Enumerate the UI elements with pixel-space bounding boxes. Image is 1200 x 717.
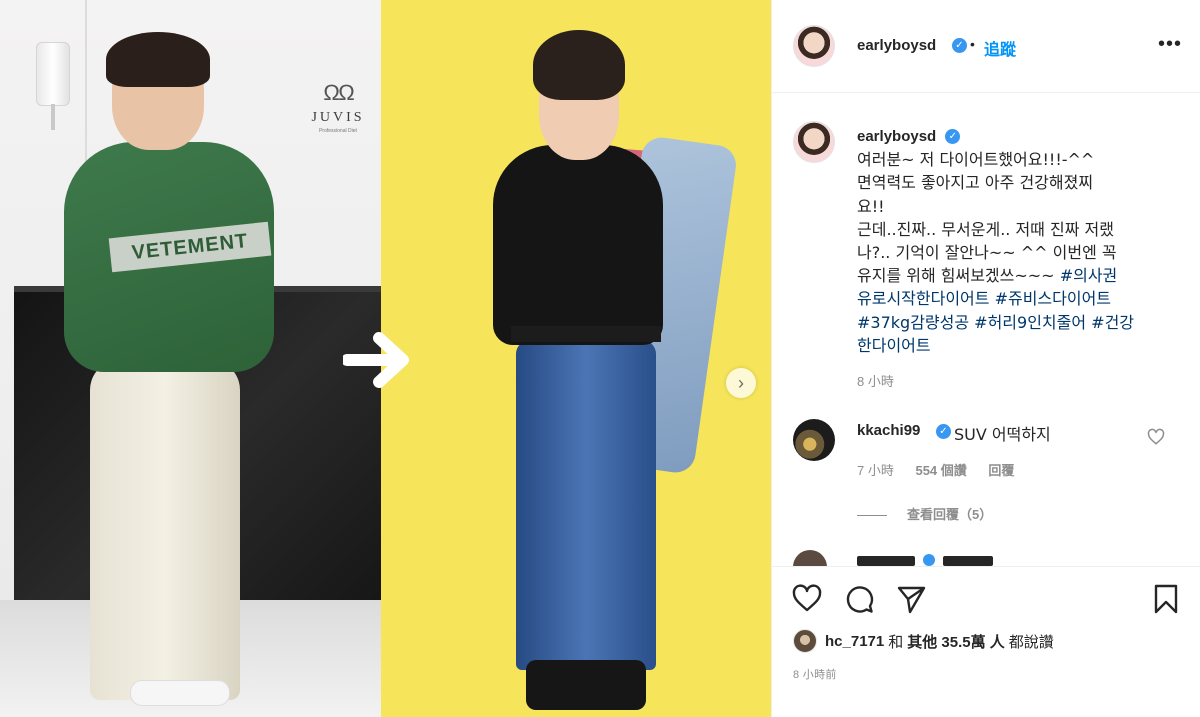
separator-dot: • (970, 36, 975, 52)
caption-line: 나?.. 기억이 잘안나~~ ^^ 이번엔 꼭 (857, 243, 1117, 263)
heart-icon[interactable] (791, 583, 823, 615)
caption-time[interactable]: 8 小時 (857, 371, 894, 390)
comment-meta: 7 小時 554 個讚 回覆 (857, 460, 1032, 479)
likes-suffix: 都說讚 (1008, 633, 1054, 651)
after-person-tshirt (493, 145, 663, 345)
next-comment-text-glyphs (943, 556, 993, 566)
reply-button[interactable]: 回覆 (988, 463, 1014, 478)
comment-heart-icon[interactable] (1147, 428, 1165, 446)
liker-avatar[interactable] (793, 629, 817, 653)
comment-likes[interactable]: 554 個讚 (915, 463, 966, 478)
juvis-logo-sub: Professional Diet (319, 128, 357, 134)
caption-line: 유지를 위해 힘써보겠쓰~~~ (857, 266, 1060, 286)
next-comment-username-glyphs (857, 556, 915, 566)
caption-author-username[interactable]: earlyboysd (857, 128, 936, 145)
likes-and: 和 (888, 633, 904, 651)
next-comment-partial (857, 550, 997, 566)
view-replies-label: 查看回覆（5） (907, 507, 993, 522)
after-person-hair (533, 30, 625, 100)
after-person-jeans (516, 340, 656, 670)
author-username[interactable]: earlyboysd (857, 37, 936, 54)
juvis-logo-mark: ΩΩ (323, 80, 355, 105)
author-avatar[interactable] (793, 25, 835, 67)
post-caption: earlyboysd ✓ 여러분~ 저 다이어트했어요!!!-^^ 면역력도 좋… (857, 124, 1182, 357)
juvis-logo: ΩΩ JUVIS Professional Diet (300, 80, 376, 134)
transition-arrow-icon (343, 332, 409, 388)
caption-line: 여러분~ 저 다이어트했어요!!!-^^ (857, 150, 1095, 170)
follow-button[interactable]: 追蹤 (984, 36, 1016, 60)
hashtag-link[interactable]: #37kg감량성공 (857, 313, 969, 332)
post-side-panel: earlyboysd ✓ • 追蹤 ••• earlyboysd ✓ 여러분~ … (771, 0, 1200, 717)
view-replies-line (857, 515, 887, 517)
caption-line: 요!! (857, 196, 885, 216)
after-photo (381, 0, 771, 717)
after-person-boots (526, 660, 646, 710)
before-person: VETEMENT (60, 30, 290, 717)
caption-author-avatar[interactable] (793, 121, 835, 163)
before-photo: ΩΩ JUVIS Professional Diet VETEMENT (0, 0, 381, 717)
more-options-icon[interactable]: ••• (1158, 33, 1182, 56)
post-timestamp[interactable]: 8 小時前 (793, 666, 837, 682)
hashtag-link[interactable]: #쥬비스다이어트 (995, 289, 1111, 308)
hashtag-link[interactable]: 유로시작한다이어트 (857, 289, 989, 308)
caption-line: 근데..진짜.. 무서운게.. 저때 진짜 저랬 (857, 219, 1114, 239)
next-arrow-icon[interactable]: › (726, 368, 756, 398)
view-replies-button[interactable]: 查看回覆（5） (857, 504, 992, 523)
after-person-belt (511, 326, 661, 342)
likes-others-button[interactable]: 其他 35.5萬 人 (907, 631, 1005, 652)
hashtag-link[interactable]: 한다이어트 (857, 336, 931, 355)
post-header: earlyboysd ✓ • 追蹤 ••• (772, 0, 1200, 93)
bookmark-icon[interactable] (1150, 583, 1182, 615)
share-icon[interactable] (895, 583, 927, 615)
comment-text: SUV 어떡하지 (954, 425, 1051, 444)
commenter-avatar[interactable] (793, 419, 835, 461)
verified-badge-icon: ✓ (936, 424, 951, 439)
likes-summary: hc_7171 和 其他 35.5萬 人 都說讚 (793, 629, 1058, 653)
hashtag-link[interactable]: #의사권 (1060, 266, 1118, 285)
caption-line: 면역력도 좋아지고 아주 건강해졌찌 (857, 173, 1094, 193)
before-person-pants (90, 360, 240, 700)
hashtag-link[interactable]: #건강 (1091, 313, 1134, 332)
comments-section[interactable]: earlyboysd ✓ 여러분~ 저 다이어트했어요!!!-^^ 면역력도 좋… (772, 94, 1200, 566)
verified-badge-icon: ✓ (945, 129, 961, 144)
post-media[interactable]: ΩΩ JUVIS Professional Diet VETEMENT › (0, 0, 771, 717)
commenter-username[interactable]: kkachi99 (857, 422, 920, 439)
liker-username[interactable]: hc_7171 (825, 633, 884, 650)
next-commenter-avatar[interactable] (793, 550, 827, 566)
after-person (471, 20, 739, 717)
juvis-logo-word: JUVIS (311, 110, 365, 125)
comment-icon[interactable] (843, 583, 875, 615)
before-person-shoes (130, 680, 230, 706)
verified-badge-icon (923, 554, 935, 566)
comment-time[interactable]: 7 小時 (857, 463, 894, 478)
verified-badge-icon: ✓ (952, 38, 967, 53)
wall-lamp-arm (51, 104, 55, 130)
hashtag-link[interactable]: #허리9인치줄어 (974, 313, 1086, 332)
before-person-hair (106, 32, 210, 87)
post-actions: hc_7171 和 其他 35.5萬 人 都說讚 8 小時前 (772, 566, 1200, 717)
